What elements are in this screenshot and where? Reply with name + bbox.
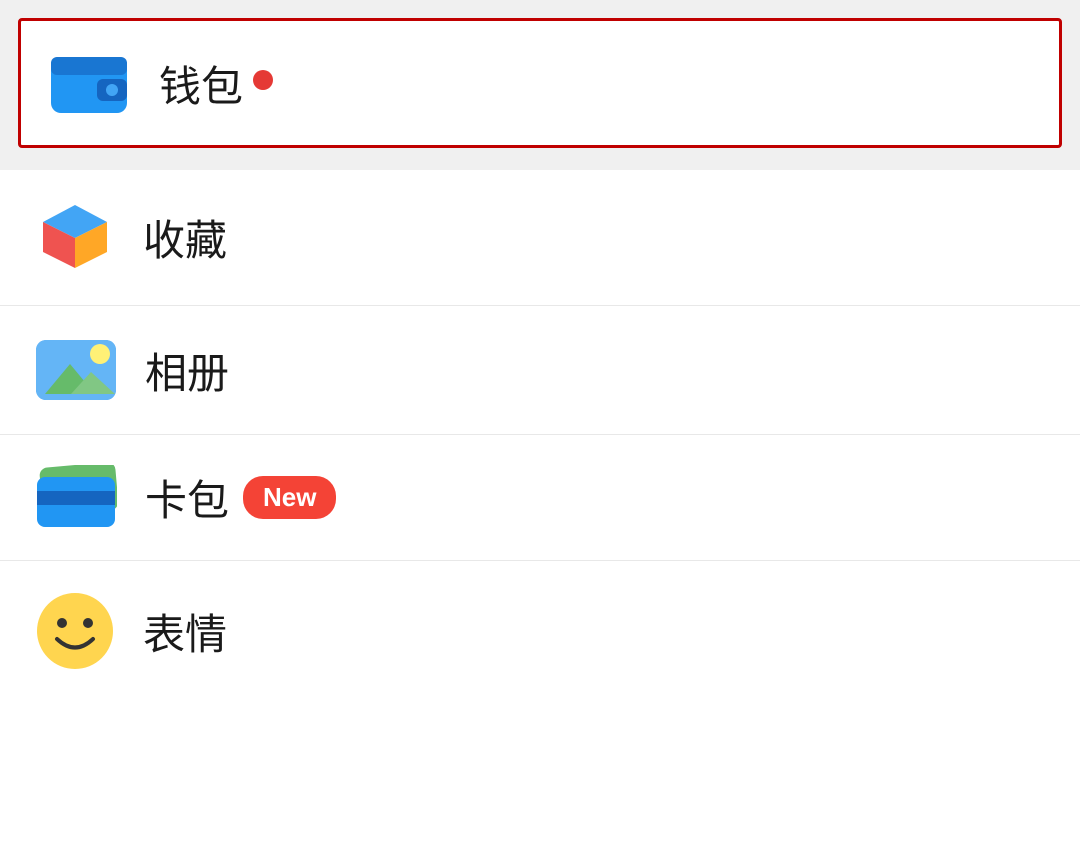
wallet-label: 钱包 — [159, 53, 243, 114]
emoji-label: 表情 — [143, 601, 227, 662]
wallet-icon — [51, 49, 131, 117]
emoji-item[interactable]: 表情 — [0, 561, 1080, 701]
cardpack-label-row: 卡包 New — [145, 467, 336, 528]
page-container: 钱包 收藏 — [0, 0, 1080, 859]
cardpack-label: 卡包 — [145, 467, 229, 528]
wallet-label-row: 钱包 — [159, 53, 273, 114]
wallet-highlighted-item[interactable]: 钱包 — [18, 18, 1062, 148]
favorites-item[interactable]: 收藏 — [0, 170, 1080, 306]
new-badge: New — [243, 476, 336, 519]
collection-icon — [35, 200, 115, 275]
cardpack-icon — [35, 465, 117, 530]
album-label: 相册 — [145, 340, 229, 401]
album-item[interactable]: 相册 — [0, 306, 1080, 435]
album-icon — [35, 336, 117, 404]
cardpack-item[interactable]: 卡包 New — [0, 435, 1080, 561]
favorites-label: 收藏 — [143, 207, 227, 268]
notification-dot — [253, 70, 273, 90]
emoji-icon — [35, 591, 115, 671]
menu-list: 收藏 相册 — [0, 170, 1080, 859]
